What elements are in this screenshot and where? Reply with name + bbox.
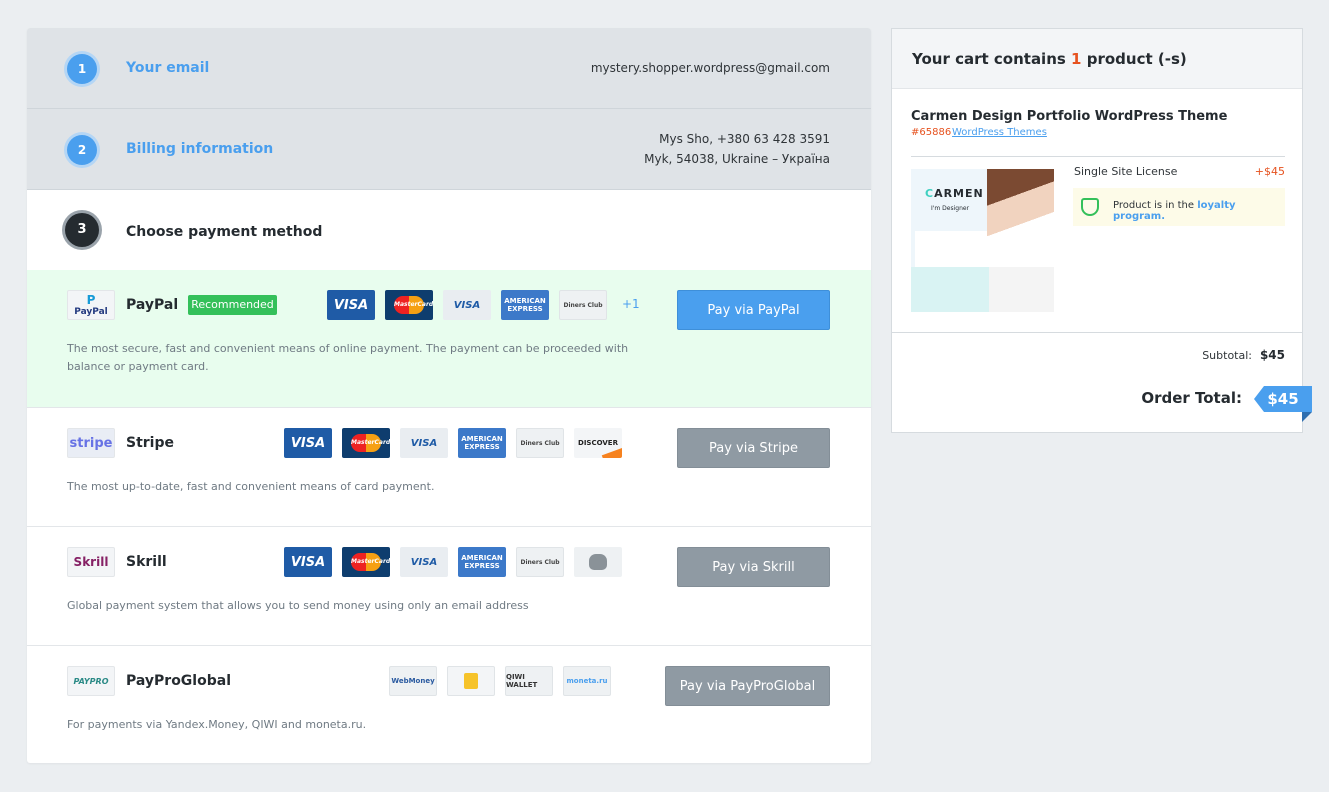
stripe-logo: stripe (67, 428, 115, 458)
payproglobal-logo: PAYPRO (67, 666, 115, 696)
payment-method-payproglobal: PAYPRO PayProGlobal WebMoney QIWI WALLET… (27, 645, 871, 763)
order-total-label: Order Total: (1141, 389, 1242, 407)
step-payment: 3 Choose payment method (27, 190, 871, 270)
mastercard-icon: MasterCard (342, 547, 390, 577)
visa-electron-icon: VISA (400, 547, 448, 577)
step-title: Billing information (126, 141, 274, 157)
license-name: Single Site License (1074, 165, 1178, 178)
step-email[interactable]: 1 Your email mystery.shopper.wordpress@g… (27, 28, 871, 109)
skrill-description: Global payment system that allows you to… (67, 599, 529, 612)
webmoney-icon: WebMoney (389, 666, 437, 696)
paypal-logo: P PayPal (67, 290, 115, 320)
payproglobal-cards: WebMoney QIWI WALLET moneta.ru (389, 666, 611, 696)
visa-card-icon: VISA (284, 428, 332, 458)
amex-icon: AMERICAN EXPRESS (458, 428, 506, 458)
product-category-link[interactable]: WordPress Themes (952, 127, 1047, 138)
skrill-logo: Skrill (67, 547, 115, 577)
step-number: 2 (67, 135, 97, 165)
stripe-cards: VISA MasterCard VISA AMERICAN EXPRESS Di… (284, 428, 622, 458)
skrill-cards: VISA MasterCard VISA AMERICAN EXPRESS Di… (284, 547, 622, 577)
paypal-description: The most secure, fast and convenient mea… (67, 342, 629, 373)
step-title: Choose payment method (126, 224, 323, 240)
visa-electron-icon: VISA (443, 290, 491, 320)
product-id: #65886 (911, 127, 952, 138)
divider (911, 156, 1285, 157)
payproglobal-description: For payments via Yandex.Money, QIWI and … (67, 718, 367, 731)
billing-value: Mys Sho, +380 63 428 3591 Myk, 54038, Uk… (644, 129, 830, 169)
yandex-money-icon (447, 666, 495, 696)
pay-via-stripe-button[interactable]: Pay via Stripe (677, 428, 830, 468)
discover-card-icon: DISCOVER (574, 428, 622, 458)
payproglobal-name: PayProGlobal (126, 673, 231, 689)
divider (892, 332, 1302, 333)
diners-club-icon: Diners Club (516, 428, 564, 458)
skrill-name: Skrill (126, 554, 167, 570)
checkout-panel: 1 Your email mystery.shopper.wordpress@g… (27, 28, 871, 763)
step-number: 3 (65, 213, 99, 247)
payment-method-skrill: Skrill Skrill VISA MasterCard VISA AMERI… (27, 526, 871, 645)
paypal-name: PayPal (126, 297, 179, 313)
license-price: +$45 (1254, 165, 1285, 178)
loyalty-notice: Product is in the loyalty program. (1073, 188, 1285, 226)
recommended-badge: Recommended (188, 295, 277, 315)
paypal-p-icon: P (86, 293, 96, 307)
qiwi-wallet-icon: QIWI WALLET (505, 666, 553, 696)
diners-club-icon: Diners Club (516, 547, 564, 577)
thumbnail-logo: CARMEN (925, 187, 984, 200)
cart-header: Your cart contains 1 product (-s) (892, 29, 1302, 89)
order-total-value: $45 (1254, 386, 1312, 412)
cart-count: 1 (1071, 50, 1082, 68)
subtotal-value: $45 (1259, 348, 1285, 362)
product-thumbnail[interactable]: CARMEN I'm Designer (911, 169, 1054, 312)
visa-electron-icon: VISA (400, 428, 448, 458)
amex-icon: AMERICAN EXPRESS (501, 290, 549, 320)
diners-club-icon: Diners Club (559, 290, 607, 320)
moneta-icon: moneta.ru (563, 666, 611, 696)
price-tag-fold (1302, 412, 1312, 422)
email-value: mystery.shopper.wordpress@gmail.com (590, 61, 830, 75)
cart-summary: Your cart contains 1 product (-s) Carmen… (891, 28, 1303, 433)
visa-card-icon: VISA (284, 547, 332, 577)
stripe-description: The most up-to-date, fast and convenient… (67, 480, 435, 493)
payment-method-stripe: stripe Stripe VISA MasterCard VISA AMERI… (27, 407, 871, 526)
thumbnail-subtitle: I'm Designer (931, 205, 970, 212)
amex-icon: AMERICAN EXPRESS (458, 547, 506, 577)
wallet-icon (574, 547, 622, 577)
mastercard-icon: MasterCard (385, 290, 433, 320)
more-cards-link[interactable]: +1 (622, 297, 640, 311)
step-billing[interactable]: 2 Billing information Mys Sho, +380 63 4… (27, 109, 871, 190)
subtotal-label: Subtotal: (1202, 349, 1252, 362)
billing-line-1: Mys Sho, +380 63 428 3591 (659, 132, 830, 146)
pay-via-payproglobal-button[interactable]: Pay via PayProGlobal (665, 666, 830, 706)
mastercard-icon: MasterCard (342, 428, 390, 458)
paypal-cards: VISA MasterCard VISA AMERICAN EXPRESS Di… (327, 290, 607, 320)
step-title: Your email (126, 60, 210, 76)
loyalty-icon (1081, 198, 1099, 216)
product-title: Carmen Design Portfolio WordPress Theme (911, 109, 1228, 124)
pay-via-paypal-button[interactable]: Pay via PayPal (677, 290, 830, 330)
payment-method-paypal: P PayPal PayPal Recommended VISA MasterC… (27, 270, 871, 407)
pay-via-skrill-button[interactable]: Pay via Skrill (677, 547, 830, 587)
step-number: 1 (67, 54, 97, 84)
stripe-name: Stripe (126, 435, 174, 451)
visa-card-icon: VISA (327, 290, 375, 320)
billing-line-2: Myk, 54038, Ukraine – Україна (644, 152, 830, 166)
